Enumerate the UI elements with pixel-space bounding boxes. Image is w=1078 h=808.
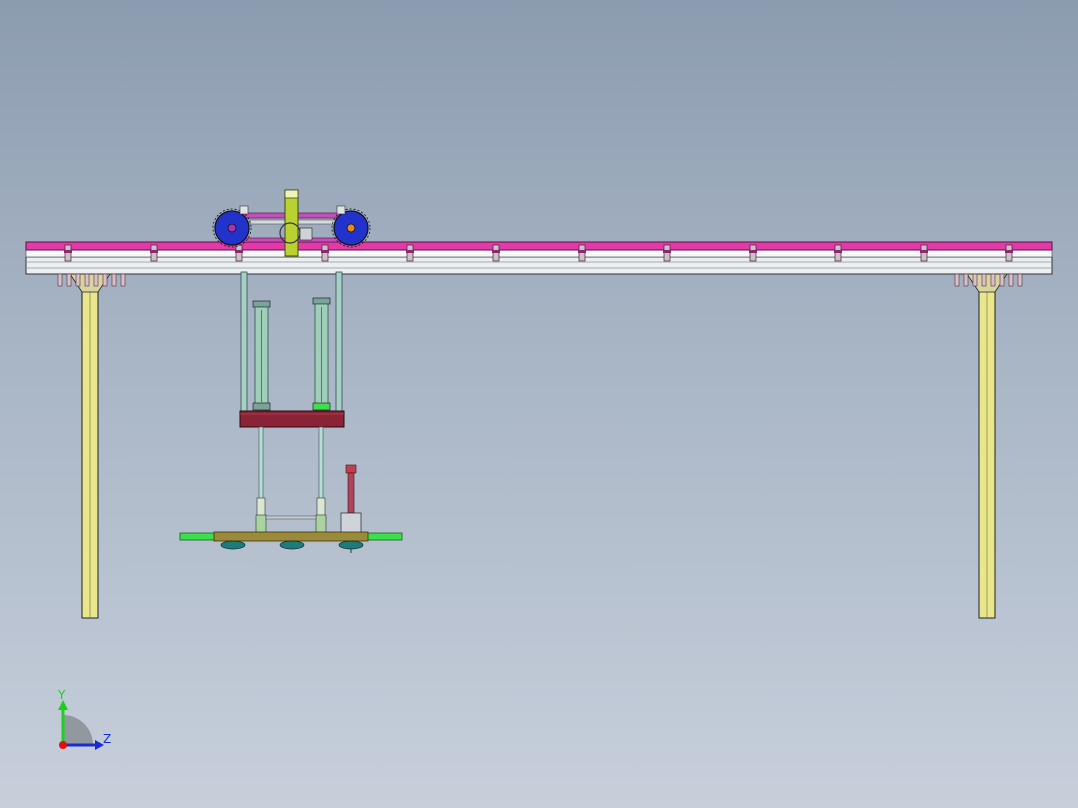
bracket-bolt — [972, 273, 978, 287]
bracket-bolt — [1008, 273, 1014, 287]
gripper-head — [179, 464, 403, 553]
bracket-bolt — [981, 273, 987, 287]
rail-bolt-nut — [663, 250, 671, 253]
suction-cups — [220, 540, 364, 553]
rail-bolt-nut — [406, 250, 414, 253]
bracket-bolt — [111, 273, 117, 287]
bracket-bolt — [990, 273, 996, 287]
rail-bolt-nut — [492, 250, 500, 253]
rail-bolt-nut — [321, 250, 329, 253]
right-post — [966, 273, 1008, 619]
axis-triad — [58, 700, 104, 750]
lift-plate — [239, 410, 345, 428]
axis-origin — [59, 741, 67, 749]
y-axis-label: Y — [58, 688, 66, 702]
bracket-bolt — [75, 273, 81, 287]
top-rail — [25, 241, 1053, 251]
bracket-bolt — [102, 273, 108, 287]
right-cylinder — [312, 297, 331, 411]
bracket-bolt — [66, 273, 72, 287]
lift-frame — [239, 271, 345, 500]
rail-bolt-nut — [578, 250, 586, 253]
bracket-bolt — [120, 273, 126, 287]
rail-bolt-nut — [235, 250, 243, 253]
rail-bolt-nut — [920, 250, 928, 253]
bracket-bolt — [954, 273, 960, 287]
gantry-drawing — [25, 189, 1053, 750]
left-cylinder — [252, 300, 271, 411]
bracket-bolt — [93, 273, 99, 287]
bracket-bolt — [57, 273, 63, 287]
mount-brackets — [57, 273, 1023, 287]
bracket-bolt — [963, 273, 969, 287]
left-post — [69, 273, 111, 619]
rail-bolt-nut — [834, 250, 842, 253]
cross-beam — [25, 249, 1053, 275]
rail-bolt-nut — [1005, 250, 1013, 253]
cad-viewport[interactable]: Y Z — [0, 0, 1078, 808]
bracket-bolt — [999, 273, 1005, 287]
rail-bolt-nut — [749, 250, 757, 253]
rail-bolt-nut — [150, 250, 158, 253]
rail-bolt-nut — [64, 250, 72, 253]
bracket-bolt — [1017, 273, 1023, 287]
z-axis-label: Z — [103, 732, 112, 746]
bracket-bolt — [84, 273, 90, 287]
